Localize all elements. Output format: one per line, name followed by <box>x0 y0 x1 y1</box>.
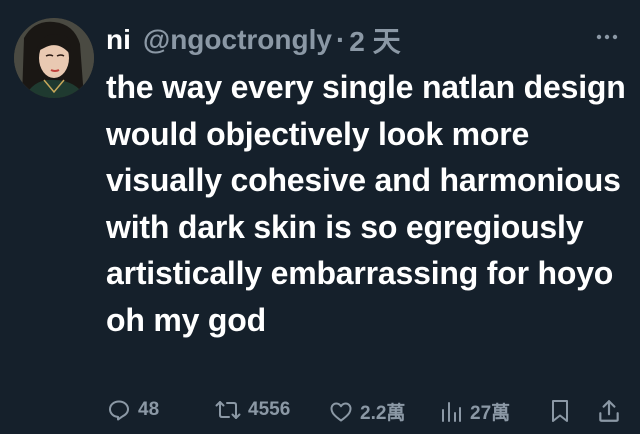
user-handle[interactable]: @ngoctrongly <box>143 24 332 56</box>
reply-count: 48 <box>138 399 160 420</box>
tweet-text: the way every single natlan design would… <box>106 69 626 338</box>
like-count: 2.2萬 <box>360 403 406 424</box>
retweet-button[interactable]: 4556 <box>214 398 290 422</box>
timestamp[interactable]: 2 天 <box>349 20 400 60</box>
more-icon <box>596 34 618 40</box>
views-icon <box>442 401 461 422</box>
retweet-count: 4556 <box>248 399 291 420</box>
tweet-header: ni @ngoctrongly · 2 天 <box>106 20 401 60</box>
action-bar: 48 4556 2.2萬 27萬 <box>106 394 626 428</box>
more-options-button[interactable] <box>592 22 622 52</box>
bookmark-icon <box>552 400 568 422</box>
avatar[interactable] <box>14 18 94 98</box>
reply-icon <box>109 400 129 421</box>
retweet-icon <box>215 401 241 419</box>
heart-icon <box>330 402 352 421</box>
display-name[interactable]: ni <box>106 24 131 56</box>
share-button[interactable] <box>596 398 628 424</box>
reply-button[interactable]: 48 <box>106 398 159 422</box>
bookmark-button[interactable] <box>548 398 578 424</box>
separator-dot: · <box>335 24 346 55</box>
like-button[interactable]: 2.2萬 <box>328 398 405 425</box>
views-button[interactable]: 27萬 <box>438 398 510 425</box>
share-icon <box>599 400 619 422</box>
tweet[interactable]: ni @ngoctrongly · 2 天 the way every sing… <box>0 0 640 434</box>
views-count: 27萬 <box>470 403 511 424</box>
